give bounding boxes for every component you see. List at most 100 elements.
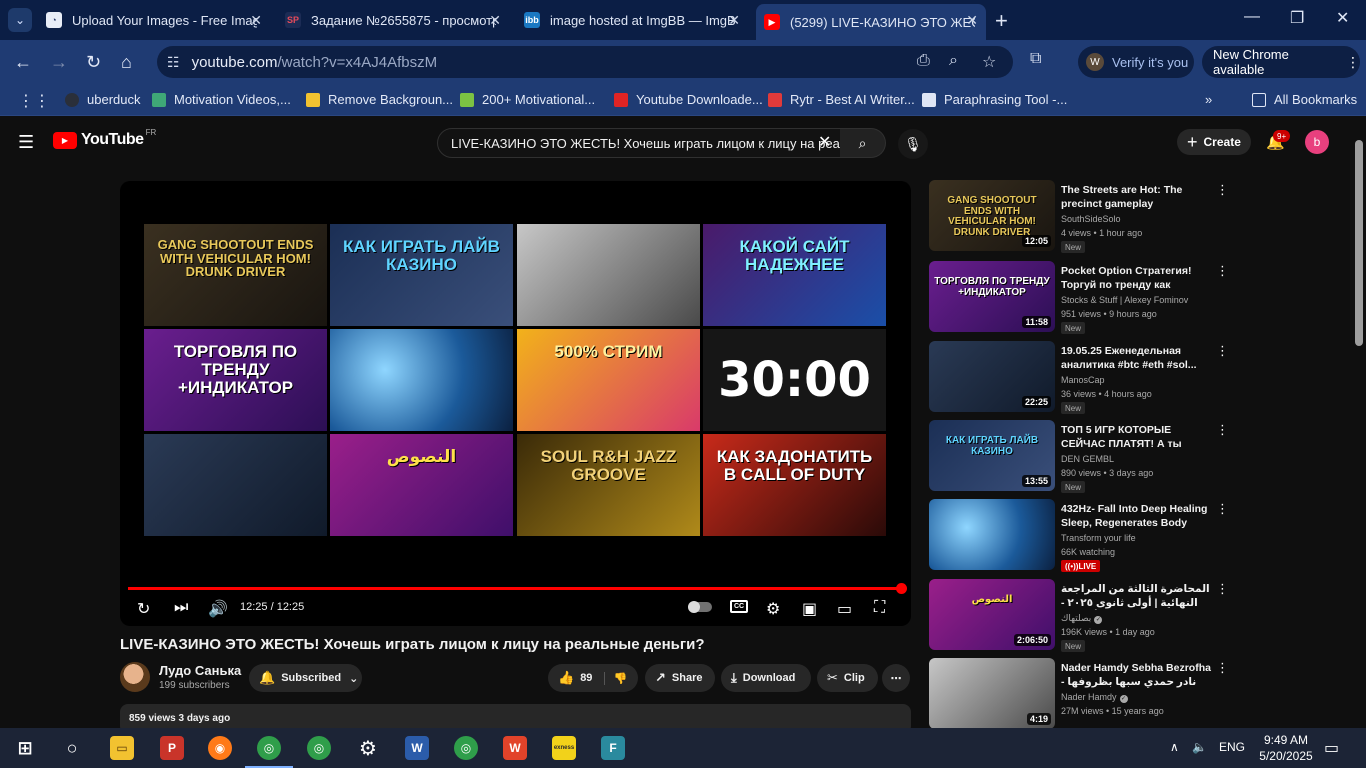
- system-clock[interactable]: 9:49 AM 5/20/2025: [1256, 732, 1316, 764]
- miniplayer-icon[interactable]: ▣: [802, 599, 817, 619]
- powerpoint-icon[interactable]: P: [160, 736, 184, 760]
- next-icon[interactable]: ⏭: [174, 599, 188, 617]
- video-thumbnail[interactable]: GANG SHOOTOUT ENDS WITH VEHICULAR HOM! D…: [929, 180, 1055, 251]
- search-input[interactable]: LIVE-КАЗИНО ЭТО ЖЕСТЬ! Хочешь играть лиц…: [437, 128, 841, 158]
- subtitles-icon[interactable]: CC: [730, 600, 748, 613]
- end-screen-video-tile[interactable]: GANG SHOOTOUT ENDS WITH VEHICULAR HOM! D…: [144, 224, 327, 326]
- create-button[interactable]: + Create: [1177, 129, 1251, 155]
- channel-avatar[interactable]: [120, 662, 150, 692]
- close-icon[interactable]: ✕: [966, 12, 978, 29]
- apps-grid-icon[interactable]: ⋮⋮: [18, 91, 50, 111]
- like-icon[interactable]: 👍: [558, 670, 574, 686]
- firefox-icon[interactable]: ◉: [208, 736, 232, 760]
- related-video-title[interactable]: 432Hz- Fall Into Deep Healing Sleep, Reg…: [1061, 502, 1216, 530]
- video-thumbnail[interactable]: ТОРГОВЛЯ ПО ТРЕНДУ +ИНДИКАТОР 11:58: [929, 261, 1055, 332]
- related-video-channel[interactable]: Nader Hamdy ✓: [1061, 692, 1128, 703]
- more-actions-button[interactable]: ⋯: [882, 664, 910, 692]
- end-screen-video-tile[interactable]: [517, 224, 700, 326]
- browser-tab[interactable]: ◔ Upload Your Images - Free Imag ✕: [38, 4, 270, 36]
- input-language[interactable]: ENG: [1219, 740, 1245, 754]
- extensions-icon[interactable]: ⧉: [1030, 50, 1041, 68]
- related-video-channel[interactable]: ManosCap: [1061, 375, 1105, 385]
- volume-icon[interactable]: 🔊: [208, 599, 228, 619]
- youtube-logo[interactable]: ▶ YouTube FR: [53, 128, 156, 149]
- end-screen-video-tile[interactable]: КАК ИГРАТЬ ЛАЙВ КАЗИНО: [330, 224, 513, 326]
- scrollbar-thumb[interactable]: [1355, 140, 1363, 346]
- browser-tab[interactable]: SP Задание №2655875 - просмотр ✕: [277, 4, 509, 36]
- search-button[interactable]: ⌕: [840, 128, 886, 158]
- close-icon[interactable]: ✕: [728, 12, 740, 29]
- video-thumbnail[interactable]: КАК ИГРАТЬ ЛАЙВ КАЗИНО 13:55: [929, 420, 1055, 491]
- end-screen-video-tile[interactable]: 500% СТРИМ: [517, 329, 700, 431]
- install-app-icon[interactable]: ⎙: [917, 52, 930, 70]
- end-screen-video-tile[interactable]: [330, 329, 513, 431]
- bookmark-item[interactable]: Paraphrasing Tool -...: [922, 92, 1067, 107]
- related-video-item[interactable]: النصوص 2:06:50 المحاضرة الثالثة من المراجع…: [929, 579, 1229, 652]
- related-video-item[interactable]: GANG SHOOTOUT ENDS WITH VEHICULAR HOM! D…: [929, 180, 1229, 253]
- windows-start-icon[interactable]: ⊞: [13, 736, 37, 760]
- more-vertical-icon[interactable]: ⋮: [1216, 182, 1229, 198]
- file-explorer-icon[interactable]: ▭: [110, 736, 134, 760]
- end-screen-video-tile[interactable]: SOUL R&H JAZZ GROOVE: [517, 434, 700, 536]
- settings-gear-icon[interactable]: ⚙: [766, 599, 780, 619]
- site-info-icon[interactable]: ☷: [167, 54, 180, 71]
- verify-profile-button[interactable]: W Verify it's you: [1078, 46, 1194, 78]
- replay-icon[interactable]: ↻: [137, 599, 150, 619]
- dislike-icon[interactable]: 👎: [604, 671, 627, 685]
- menu-icon[interactable]: ☰: [18, 132, 34, 153]
- related-video-title[interactable]: Nader Hamdy Sebha Bezrofha - نادر حمدي س…: [1061, 661, 1216, 689]
- share-button[interactable]: ↗ Share: [645, 664, 715, 692]
- chrome-icon[interactable]: ◎: [307, 736, 331, 760]
- close-window-icon[interactable]: ✕: [1336, 8, 1349, 28]
- close-icon[interactable]: ✕: [250, 12, 262, 29]
- scrubber-handle[interactable]: [896, 583, 907, 594]
- related-video-channel[interactable]: بصلتهاك ✓: [1061, 613, 1103, 624]
- fullscreen-icon[interactable]: ⛶: [874, 599, 885, 617]
- related-video-title[interactable]: ТОП 5 ИГР КОТОРЫЕ СЕЙЧАС ПЛАТЯТ! А ты кр…: [1061, 423, 1216, 451]
- home-icon[interactable]: ⌂: [121, 52, 132, 73]
- end-screen-video-tile[interactable]: КАКОЙ САЙТ НАДЕЖНЕЕ: [703, 224, 886, 326]
- more-vertical-icon[interactable]: ⋮: [1216, 501, 1229, 517]
- exness-icon[interactable]: exness: [552, 736, 576, 760]
- fiverr-app-icon[interactable]: F: [601, 736, 625, 760]
- wps-office-icon[interactable]: W: [503, 736, 527, 760]
- related-video-title[interactable]: Pocket Option Стратегия! Торгуй по тренд…: [1061, 264, 1216, 292]
- channel-name[interactable]: Лудо Санька: [159, 663, 241, 678]
- word-icon[interactable]: W: [405, 736, 429, 760]
- bookmark-item[interactable]: 200+ Motivational...: [460, 92, 595, 107]
- reload-icon[interactable]: ↻: [86, 52, 101, 73]
- search-circle-icon[interactable]: ○: [60, 736, 84, 760]
- clip-button[interactable]: ✂ Clip: [817, 664, 878, 692]
- theater-mode-icon[interactable]: ▭: [837, 599, 852, 619]
- clear-search-icon[interactable]: ✕: [818, 132, 831, 152]
- progress-bar[interactable]: [128, 587, 903, 590]
- bookmarks-overflow-icon[interactable]: »: [1205, 92, 1212, 107]
- address-bar[interactable]: ☷ youtube.com/watch?v=x4AJ4AfbszM ⎙ ⌕ ☆: [157, 46, 1013, 78]
- related-video-channel[interactable]: Transform your life: [1061, 533, 1136, 543]
- countdown-timer-tile[interactable]: 30:00: [703, 329, 886, 431]
- all-bookmarks-button[interactable]: All Bookmarks: [1252, 92, 1357, 107]
- more-vertical-icon[interactable]: ⋮: [1216, 422, 1229, 438]
- back-icon[interactable]: ←: [14, 52, 32, 73]
- bookmark-item[interactable]: uberduck: [65, 92, 140, 107]
- tab-search-icon[interactable]: ⌄: [8, 8, 32, 32]
- browser-tab[interactable]: ibb image hosted at ImgBB — ImgB ✕: [516, 4, 748, 36]
- video-player[interactable]: GANG SHOOTOUT ENDS WITH VEHICULAR HOM! D…: [120, 181, 911, 626]
- related-video-title[interactable]: المحاضرة الثالثة من المراجعة النهائية | …: [1061, 582, 1216, 610]
- minimize-icon[interactable]: —: [1244, 8, 1260, 26]
- video-thumbnail[interactable]: النصوص 2:06:50: [929, 579, 1055, 650]
- browser-tab-active[interactable]: ▶ (5299) LIVE-КАЗИНО ЭТО ЖЕСТ ✕: [756, 4, 986, 40]
- zoom-icon[interactable]: ⌕: [949, 52, 958, 70]
- related-video-item[interactable]: КАК ИГРАТЬ ЛАЙВ КАЗИНО 13:55 ТОП 5 ИГР КОТ…: [929, 420, 1229, 493]
- related-video-title[interactable]: The Streets are Hot: The precinct gamepl…: [1061, 183, 1216, 211]
- related-video-title[interactable]: 19.05.25 Еженедельная аналитика #btc #et…: [1061, 344, 1216, 372]
- bookmark-item[interactable]: Youtube Downloade...: [614, 92, 763, 107]
- more-vertical-icon[interactable]: ⋮: [1216, 660, 1229, 676]
- download-button[interactable]: ⤓ Download: [721, 664, 811, 692]
- maximize-icon[interactable]: ❐: [1290, 8, 1304, 28]
- more-vertical-icon[interactable]: ⋮: [1216, 581, 1229, 597]
- related-video-item[interactable]: 4:19 Nader Hamdy Sebha Bezrofha - نادر حم…: [929, 658, 1229, 730]
- related-video-item[interactable]: 22:25 19.05.25 Еженедельная аналитика #bt…: [929, 341, 1229, 414]
- related-video-channel[interactable]: DEN GEMBL: [1061, 454, 1114, 464]
- voice-search-icon[interactable]: 🎙: [898, 129, 928, 159]
